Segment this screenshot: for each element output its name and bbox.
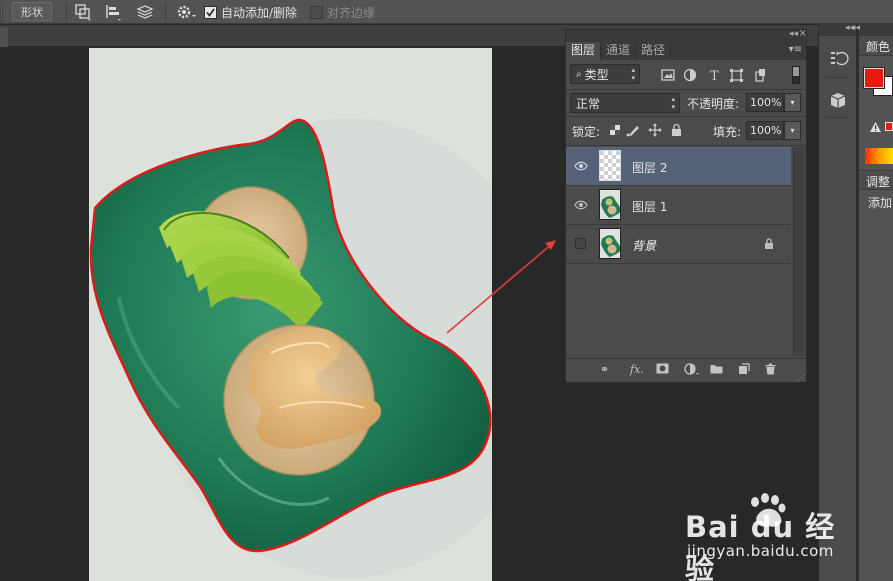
document-canvas[interactable]: Bai — [89, 48, 492, 581]
filter-icons[interactable]: T — [660, 68, 790, 82]
opacity-dropdown[interactable]: ▾ — [784, 93, 801, 112]
layer-row-background[interactable]: 背景 — [566, 225, 791, 264]
auto-add-delete-label: 自动添加/删除 — [221, 5, 298, 20]
eye-icon[interactable] — [574, 160, 588, 172]
warning-icon — [870, 121, 881, 135]
path-operations-icon[interactable] — [74, 0, 92, 24]
search-icon: ⌕ — [576, 68, 582, 80]
align-edges-checkbox[interactable]: 对齐边缘 — [310, 0, 375, 24]
lock-label: 锁定: — [572, 125, 601, 139]
svg-text:T: T — [710, 69, 719, 82]
filter-toggle[interactable] — [792, 66, 800, 84]
path-arrangement-icon[interactable] — [135, 0, 155, 24]
add-adjustment-label: 添加 — [868, 196, 893, 210]
align-edges-label: 对齐边缘 — [327, 5, 376, 20]
shape-button[interactable]: 形状 — [12, 2, 52, 21]
layers-scrollbar[interactable] — [793, 147, 805, 356]
baidu-watermark: Bai du 经验 jingyan.baidu.com — [685, 490, 865, 581]
opacity-field[interactable]: 100% — [746, 93, 784, 112]
properties-3d-icon[interactable] — [825, 88, 851, 118]
filter-kind-select[interactable]: ⌕ 类型 ▴ ▾ — [570, 64, 640, 84]
adjustment-filter-icon — [683, 68, 697, 82]
lock-image-icon — [626, 126, 639, 137]
layer-name: 图层 2 — [632, 161, 668, 175]
fill-label: 填充: — [713, 125, 742, 139]
lock-options[interactable] — [608, 123, 692, 137]
fx-icon[interactable]: fx. — [630, 363, 644, 376]
eye-icon[interactable] — [574, 199, 588, 211]
layer-row-layer2[interactable]: 图层 2 — [566, 147, 791, 186]
layer-thumbnail-image — [599, 228, 621, 259]
filter-row: ⌕ 类型 ▴ ▾ T — [566, 61, 806, 89]
adjust-tab-label: 调整 — [866, 175, 891, 189]
adjustment-layer-icon[interactable] — [684, 363, 700, 378]
lock-position-icon — [648, 123, 662, 137]
tab-paths[interactable]: 路径 — [636, 42, 672, 60]
visibility-toggle-off[interactable] — [575, 238, 586, 249]
layer-name: 背景 — [632, 239, 657, 253]
blend-mode-select[interactable]: 正常 ▴ ▾ — [570, 93, 680, 113]
fill-field[interactable]: 100% — [746, 121, 784, 140]
lock-transparent-icon — [610, 125, 620, 135]
trash-icon[interactable] — [765, 363, 776, 378]
tab-adjustments[interactable]: 调整 — [859, 172, 893, 190]
foreground-color-swatch[interactable] — [863, 67, 885, 89]
tab-color[interactable]: 颜色 — [859, 36, 893, 56]
lock-row: 锁定: 填充: 100% ▾ — [566, 117, 806, 145]
dock-titlebar: ◂◂ — [851, 23, 893, 36]
blend-mode-label: 正常 — [576, 96, 601, 111]
tab-channels[interactable]: 通道 — [601, 42, 637, 60]
checkbox-checked-icon — [204, 5, 217, 19]
panel-tabs: 图层 通道 路径 ▾≡ — [566, 42, 806, 60]
lock-icon — [764, 238, 774, 253]
layers-panel: ◂◂ × 图层 通道 路径 ▾≡ ⌕ 类型 ▴ ▾ T 正常 ▴ ▾ 不透明度:… — [565, 28, 807, 383]
path-alignment-icon[interactable] — [104, 0, 122, 24]
document-tab[interactable] — [0, 27, 8, 47]
separator — [165, 3, 166, 21]
new-group-icon[interactable] — [710, 363, 723, 377]
blend-row: 正常 ▴ ▾ 不透明度: 100% ▾ — [566, 90, 806, 116]
gamut-color-swatch[interactable] — [885, 122, 893, 131]
updown-icon: ▴ ▾ — [631, 66, 635, 82]
canvas-photo: Bai — [89, 48, 492, 581]
layers-panel-footer: ⚭ fx. ⋰ — [566, 358, 806, 382]
auto-add-delete-checkbox[interactable]: 自动添加/删除 — [204, 0, 297, 24]
gear-icon[interactable] — [176, 0, 198, 24]
left-edge — [0, 0, 4, 24]
smart-object-filter-icon — [755, 69, 765, 82]
divider — [566, 145, 806, 146]
color-tab-label: 颜色 — [866, 40, 891, 54]
divider — [859, 170, 893, 171]
add-mask-icon[interactable] — [656, 363, 669, 377]
watermark-url: jingyan.baidu.com — [687, 542, 834, 560]
panel-titlebar: ◂◂ × — [566, 28, 807, 42]
shape-filter-icon — [730, 69, 743, 82]
collapse-icon[interactable]: ◂◂ — [789, 29, 798, 39]
separator — [66, 3, 67, 21]
link-layers-icon[interactable]: ⚭ — [600, 363, 609, 376]
layer-thumbnail-image — [599, 189, 621, 220]
color-ramp[interactable] — [865, 148, 893, 164]
panel-menu-icon[interactable]: ▾≡ — [789, 44, 802, 55]
filter-kind-label: 类型 — [584, 67, 609, 82]
layer-row-layer1[interactable]: 图层 1 — [566, 186, 791, 225]
new-layer-icon[interactable] — [738, 363, 750, 378]
options-bar: 形状 自动添加/删除 对齐边缘 — [0, 0, 893, 24]
layer-name: 图层 1 — [632, 200, 668, 214]
close-icon[interactable]: × — [799, 28, 807, 39]
opacity-label: 不透明度: — [687, 97, 740, 111]
updown-icon: ▴ ▾ — [671, 95, 675, 111]
resize-grip[interactable]: ⋰ — [797, 373, 805, 382]
tab-layers[interactable]: 图层 — [566, 42, 602, 60]
photoshop-window: 形状 自动添加/删除 对齐边缘 ◂◂ × 图层 通道 路径 ▾≡ ⌕ 类型 ▴ … — [0, 0, 893, 581]
fill-dropdown[interactable]: ▾ — [784, 121, 801, 140]
lock-all-icon — [672, 123, 681, 136]
type-filter-icon: T — [710, 69, 719, 82]
history-panel-icon[interactable] — [825, 46, 851, 78]
checkbox-unchecked-icon — [310, 5, 323, 19]
layer-thumbnail-transparent — [599, 150, 621, 181]
pixel-filter-icon — [661, 69, 675, 81]
